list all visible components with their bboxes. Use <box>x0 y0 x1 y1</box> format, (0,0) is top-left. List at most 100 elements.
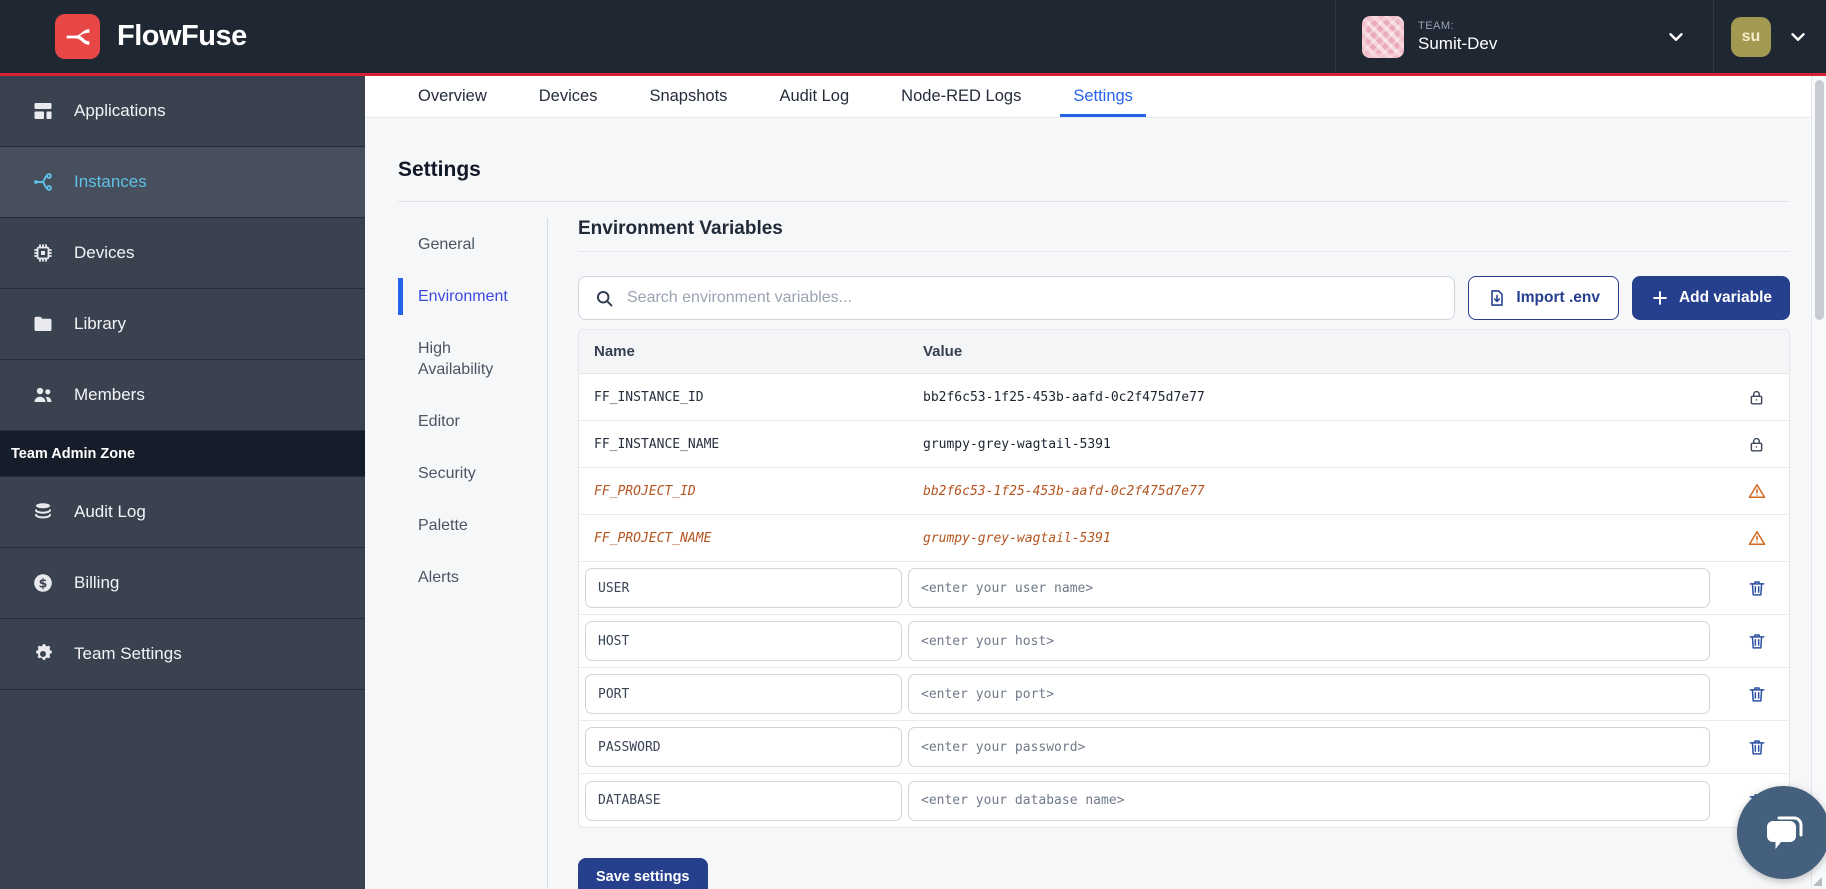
env-toolbar: Import .env Add variable <box>578 276 1790 320</box>
env-variables-table: Name Value FF_INSTANCE_ID bb2f6c53-1f25-… <box>578 329 1790 828</box>
tab-devices[interactable]: Devices <box>526 76 611 117</box>
settings-nav-alerts[interactable]: Alerts <box>398 567 547 588</box>
settings-nav-palette[interactable]: Palette <box>398 515 547 536</box>
trash-icon <box>1747 737 1767 757</box>
sidebar-item-applications[interactable]: Applications <box>0 76 365 147</box>
database-icon <box>31 500 55 524</box>
env-name-input[interactable] <box>585 781 902 821</box>
panel-title: Environment Variables <box>578 218 1790 240</box>
chevron-down-icon <box>1665 26 1687 48</box>
team-selector[interactable]: TEAM: Sumit-Dev <box>1336 0 1713 73</box>
gear-icon <box>31 642 55 666</box>
table-row: FF_PROJECT_ID bb2f6c53-1f25-453b-aafd-0c… <box>579 468 1789 515</box>
delete-variable-button[interactable] <box>1742 732 1772 762</box>
top-bar: FlowFuse TEAM: Sumit-Dev su <box>0 0 1826 73</box>
main-area: Overview Devices Snapshots Audit Log Nod… <box>365 76 1826 889</box>
settings-nav-high-availability[interactable]: High Availability <box>398 338 528 380</box>
tab-audit-log[interactable]: Audit Log <box>766 76 862 117</box>
table-row: FF_INSTANCE_ID bb2f6c53-1f25-453b-aafd-0… <box>579 374 1789 421</box>
warning-icon <box>1747 481 1767 501</box>
table-row <box>579 721 1789 774</box>
settings-nav-editor[interactable]: Editor <box>398 411 547 432</box>
chat-launcher-button[interactable] <box>1737 786 1826 879</box>
search-input[interactable] <box>579 277 1454 319</box>
table-header: Name Value <box>579 330 1789 374</box>
sidebar: Applications Instances Devices Library M… <box>0 76 365 889</box>
settings-page: Settings General Environment High Availa… <box>365 118 1826 889</box>
env-value-input[interactable] <box>908 621 1710 661</box>
trash-icon <box>1747 631 1767 651</box>
save-settings-button[interactable]: Save settings <box>578 858 708 889</box>
env-value-input[interactable] <box>908 674 1710 714</box>
team-label: TEAM: <box>1418 20 1651 32</box>
resize-handle-icon <box>1813 877 1822 886</box>
table-row: FF_PROJECT_NAME grumpy-grey-wagtail-5391 <box>579 515 1789 562</box>
sidebar-item-team-settings[interactable]: Team Settings <box>0 619 365 690</box>
environment-variables-panel: Environment Variables Import .env Add va… <box>578 218 1790 889</box>
table-row <box>579 562 1789 615</box>
instance-tabs: Overview Devices Snapshots Audit Log Nod… <box>365 76 1826 118</box>
settings-nav-environment[interactable]: Environment <box>398 286 547 307</box>
scrollbar-thumb[interactable] <box>1815 80 1824 320</box>
lock-icon <box>1747 435 1766 454</box>
sidebar-item-billing[interactable]: $ Billing <box>0 548 365 619</box>
tab-settings[interactable]: Settings <box>1060 76 1146 117</box>
team-avatar <box>1362 16 1404 58</box>
env-name-input[interactable] <box>585 568 902 608</box>
warning-icon <box>1747 528 1767 548</box>
flowfuse-logo-icon <box>55 14 100 59</box>
search-box <box>578 276 1455 320</box>
brand-name: FlowFuse <box>117 20 247 53</box>
search-icon <box>594 288 615 309</box>
delete-variable-button[interactable] <box>1742 626 1772 656</box>
team-admin-zone-label: Team Admin Zone <box>0 431 365 477</box>
user-avatar: su <box>1731 17 1771 57</box>
trash-icon <box>1747 578 1767 598</box>
chip-icon <box>31 241 55 265</box>
column-header-value: Value <box>908 343 1724 360</box>
env-name-input[interactable] <box>585 621 902 661</box>
svg-text:$: $ <box>39 575 48 590</box>
dollar-icon: $ <box>31 571 55 595</box>
import-file-icon <box>1487 288 1507 308</box>
table-row: FF_INSTANCE_NAME grumpy-grey-wagtail-539… <box>579 421 1789 468</box>
env-value-input[interactable] <box>908 568 1710 608</box>
tab-snapshots[interactable]: Snapshots <box>636 76 740 117</box>
table-row <box>579 615 1789 668</box>
sidebar-item-members[interactable]: Members <box>0 360 365 431</box>
folder-icon <box>31 312 55 336</box>
settings-nav: General Environment High Availability Ed… <box>398 218 548 889</box>
page-title: Settings <box>398 158 1790 182</box>
delete-variable-button[interactable] <box>1742 573 1772 603</box>
brand[interactable]: FlowFuse <box>0 14 247 59</box>
sidebar-item-library[interactable]: Library <box>0 289 365 360</box>
users-icon <box>31 383 55 407</box>
team-name: Sumit-Dev <box>1418 34 1651 54</box>
settings-nav-security[interactable]: Security <box>398 463 547 484</box>
brand-accent-line <box>0 73 1826 76</box>
sidebar-item-instances[interactable]: Instances <box>0 147 365 218</box>
env-name-input[interactable] <box>585 674 902 714</box>
delete-variable-button[interactable] <box>1742 679 1772 709</box>
sidebar-item-audit-log[interactable]: Audit Log <box>0 477 365 548</box>
sidebar-item-devices[interactable]: Devices <box>0 218 365 289</box>
divider <box>578 251 1790 252</box>
import-env-button[interactable]: Import .env <box>1468 276 1619 320</box>
scrollbar[interactable] <box>1811 76 1826 889</box>
tab-node-red-logs[interactable]: Node-RED Logs <box>888 76 1034 117</box>
tab-overview[interactable]: Overview <box>405 76 500 117</box>
chat-bubble-icon <box>1760 809 1808 857</box>
divider <box>398 201 1790 202</box>
env-value-input[interactable] <box>908 727 1710 767</box>
user-menu[interactable]: su <box>1714 0 1826 73</box>
settings-nav-general[interactable]: General <box>398 234 547 255</box>
active-indicator <box>398 278 403 315</box>
plus-icon <box>1650 288 1670 308</box>
lock-icon <box>1747 388 1766 407</box>
table-row <box>579 774 1789 827</box>
env-name-input[interactable] <box>585 727 902 767</box>
chevron-down-icon <box>1787 26 1809 48</box>
trash-icon <box>1747 684 1767 704</box>
env-value-input[interactable] <box>908 781 1710 821</box>
add-variable-button[interactable]: Add variable <box>1632 276 1790 320</box>
